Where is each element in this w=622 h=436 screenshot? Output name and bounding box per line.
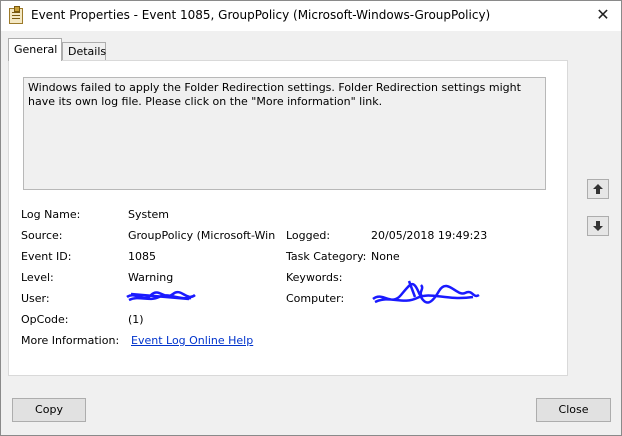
task-category-label: Task Category: <box>286 250 367 263</box>
close-button[interactable]: Close <box>536 398 611 422</box>
next-event-button[interactable] <box>587 216 609 236</box>
window-title: Event Properties - Event 1085, GroupPoli… <box>31 8 491 22</box>
log-name-label: Log Name: <box>21 208 81 221</box>
opcode-label: OpCode: <box>21 313 69 326</box>
task-category-value: None <box>371 250 400 263</box>
source-label: Source: <box>21 229 63 242</box>
keywords-label: Keywords: <box>286 271 343 284</box>
title-bar[interactable]: Event Properties - Event 1085, GroupPoli… <box>1 1 621 31</box>
event-properties-window: Event Properties - Event 1085, GroupPoli… <box>0 0 622 436</box>
arrow-up-icon <box>593 184 603 194</box>
computer-label: Computer: <box>286 292 345 305</box>
event-log-online-help-link[interactable]: Event Log Online Help <box>131 334 253 348</box>
more-information-label: More Information: <box>21 334 120 347</box>
user-redaction <box>126 290 196 302</box>
level-label: Level: <box>21 271 54 284</box>
event-id-label: Event ID: <box>21 250 72 263</box>
level-value: Warning <box>128 271 174 284</box>
log-name-value: System <box>128 208 170 221</box>
user-label: User: <box>21 292 50 305</box>
previous-event-button[interactable] <box>587 179 609 199</box>
logged-value: 20/05/2018 19:49:23 <box>371 229 488 242</box>
tab-general[interactable]: General <box>8 38 62 61</box>
opcode-value: (1) <box>128 313 144 326</box>
event-viewer-icon <box>9 6 23 24</box>
close-icon[interactable]: ✕ <box>593 5 613 25</box>
event-id-value: 1085 <box>128 250 156 263</box>
arrow-down-icon <box>593 221 603 231</box>
copy-button[interactable]: Copy <box>12 398 86 422</box>
general-panel: Windows failed to apply the Folder Redir… <box>8 60 568 376</box>
logged-label: Logged: <box>286 229 331 242</box>
source-value: GroupPolicy (Microsoft-Win <box>128 229 276 242</box>
computer-redaction <box>372 280 480 304</box>
event-description[interactable]: Windows failed to apply the Folder Redir… <box>23 77 546 190</box>
tab-details[interactable]: Details <box>62 42 106 61</box>
